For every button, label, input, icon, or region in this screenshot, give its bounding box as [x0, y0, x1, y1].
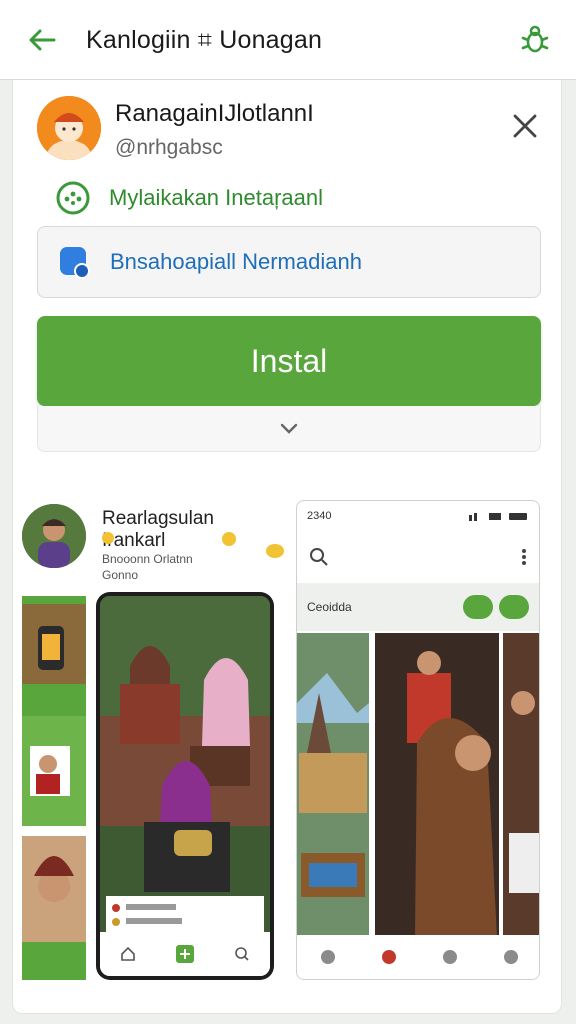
chevron-down-icon: [280, 423, 298, 434]
app-title: Rearlagsulan Irankarl: [102, 508, 214, 551]
store-app-icon: [60, 247, 90, 279]
more-vertical-icon: [522, 549, 526, 565]
avatar: [37, 96, 101, 160]
search-icon: [310, 548, 328, 566]
search-bar[interactable]: [297, 531, 539, 583]
home-icon: [121, 946, 135, 961]
status-bar: 2340: [297, 501, 539, 531]
phone-screenshot: [96, 592, 274, 980]
user-handle: @nrhgabsc: [115, 136, 223, 159]
profile-icon: [503, 950, 518, 964]
store-link[interactable]: Bnsahoapiall Nermadianh: [37, 226, 541, 298]
signal-icon: [469, 513, 527, 521]
add-icon: [176, 945, 194, 963]
bug-icon[interactable]: [520, 24, 550, 56]
message-row[interactable]: Mylaikakan Inetaŗaanl: [55, 178, 323, 218]
message-text: Mylaikakan Inetaŗaanl: [109, 185, 324, 210]
filter-label: Ceoidda: [307, 600, 352, 614]
photo-grid: [297, 633, 539, 937]
app-preview: Rearlagsulan Irankarl Bnooonn Orlatnn Go…: [12, 420, 284, 980]
home-icon: [320, 950, 335, 964]
phone-nav-bar: [100, 932, 270, 976]
arrow-left-icon[interactable]: [26, 24, 58, 56]
phone-screenshot-right: 2340 Ceoidda: [296, 500, 540, 980]
install-button[interactable]: Instal: [37, 316, 541, 406]
app-subtitle: Gonno: [102, 568, 139, 582]
status-time: 2340: [307, 510, 332, 522]
store-text: Bnsahoapiall Nermadianh: [110, 249, 362, 274]
emoji-icon: [266, 544, 284, 558]
user-name: RanagainIJlotlannI: [115, 100, 314, 127]
app-avatar: [22, 504, 86, 568]
thumbnail-images: [22, 596, 86, 980]
app-bar: Kanlogiin ⌗ Uonagan: [0, 0, 576, 80]
filter-chip[interactable]: [463, 595, 493, 619]
filter-chip[interactable]: [499, 595, 529, 619]
photo-image: [100, 596, 270, 932]
photo-grid-images: [297, 633, 539, 937]
chat-dots-icon: [56, 181, 90, 215]
discover-icon: [442, 950, 457, 964]
phone-nav-bar: [297, 935, 539, 979]
filter-bar: Ceoidda: [297, 583, 539, 631]
emoji-icon: [102, 532, 114, 544]
app-subtitle: Bnooonn Orlatnn: [102, 552, 193, 566]
apps-icon: [381, 950, 396, 964]
search-icon: [235, 947, 249, 961]
page-title: Kanlogiin ⌗ Uonagan: [86, 26, 323, 54]
emoji-icon: [222, 532, 236, 546]
close-icon[interactable]: [509, 110, 541, 142]
thumbnail-strip: [22, 596, 86, 980]
